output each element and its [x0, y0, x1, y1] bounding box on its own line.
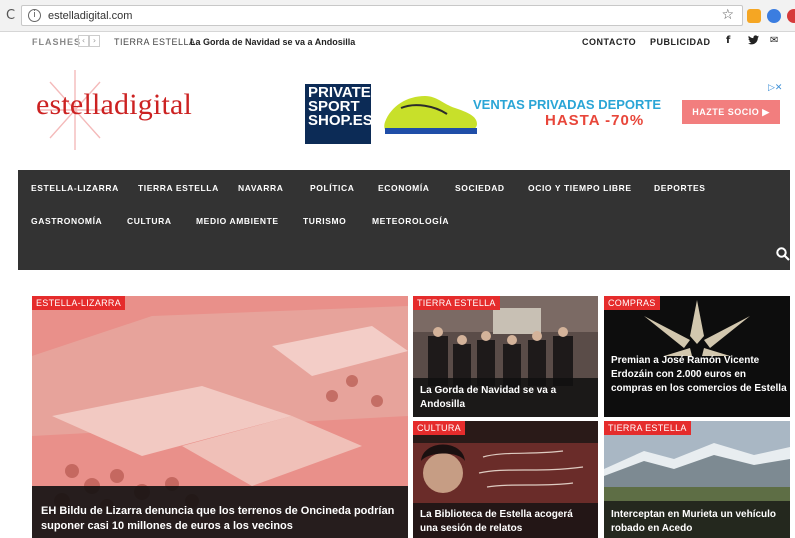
mail-icon[interactable]: ✉ — [770, 35, 778, 46]
nav-item-turismo[interactable]: TURISMO — [303, 216, 346, 226]
flashes-label: FLASHES — [32, 37, 82, 47]
nav-item-sociedad[interactable]: SOCIEDAD — [455, 183, 505, 193]
nav-item-deportes[interactable]: DEPORTES — [654, 183, 706, 193]
twitter-icon[interactable] — [748, 35, 759, 48]
ad-banner[interactable]: PRIVATE SPORT SHOP.ES VENTAS PRIVADAS DE… — [305, 82, 790, 145]
nav-item-estella-lizarra[interactable]: ESTELLA-LIZARRA — [31, 183, 119, 193]
nav-item-meteorologia[interactable]: METEOROLOGÍA — [372, 216, 449, 226]
extension-icon[interactable] — [747, 9, 761, 23]
article-title[interactable]: La Gorda de Navidad se va a Andosilla — [420, 384, 592, 412]
nav-item-economia[interactable]: ECONOMÍA — [378, 183, 430, 193]
nav-item-cultura[interactable]: CULTURA — [127, 216, 172, 226]
flash-category[interactable]: TIERRA ESTELLA — [114, 37, 196, 47]
reload-icon[interactable]: C — [6, 8, 15, 23]
article-card[interactable]: TIERRA ESTELLA Interceptan en Murieta un… — [604, 421, 790, 538]
category-badge[interactable]: TIERRA ESTELLA — [604, 421, 691, 435]
article-card[interactable]: CULTURA La Biblioteca de Estella acogerá… — [413, 421, 598, 538]
flash-next-button[interactable]: › — [89, 35, 100, 47]
ad-brand-logo: PRIVATE SPORT SHOP.ES — [305, 84, 373, 144]
shoe-image — [384, 96, 477, 134]
category-badge[interactable]: TIERRA ESTELLA — [413, 296, 500, 310]
article-title[interactable]: Premian a José Ramón Vicente Erdozáin co… — [611, 354, 787, 395]
article-title[interactable]: La Biblioteca de Estella acogerá una ses… — [420, 508, 592, 536]
article-title[interactable]: Interceptan en Murieta un vehículo robad… — [611, 508, 787, 536]
contacto-link[interactable]: CONTACTO — [582, 37, 636, 47]
article-card[interactable]: COMPRAS Premian a José Ramón Vicente Erd… — [604, 296, 790, 417]
category-badge[interactable]: COMPRAS — [604, 296, 660, 310]
top-bar: FLASHES ‹ › TIERRA ESTELLA La Gorda de N… — [18, 32, 795, 52]
hazte-socio-button[interactable]: HAZTE SOCIO ▶ — [682, 100, 780, 124]
nav-item-navarra[interactable]: NAVARRA — [238, 183, 283, 193]
search-icon[interactable] — [776, 247, 790, 261]
nav-item-medio-ambiente[interactable]: MEDIO AMBIENTE — [196, 216, 279, 226]
facebook-icon[interactable]: f — [726, 35, 730, 46]
main-nav: ESTELLA-LIZARRA TIERRA ESTELLA NAVARRA P… — [18, 170, 790, 270]
browser-toolbar: C i estelladigital.com ☆ — [0, 0, 795, 32]
info-icon[interactable]: i — [28, 9, 41, 22]
flash-headline-link[interactable]: La Gorda de Navidad se va a Andosilla — [190, 37, 355, 47]
category-badge[interactable]: ESTELLA-LIZARRA — [32, 296, 126, 310]
ad-price: HASTA -70% — [545, 112, 645, 129]
adchoices-close-icon[interactable]: ▷✕ — [768, 83, 782, 93]
featured-article[interactable]: ESTELLA-LIZARRA EH Bildu de Lizarra denu… — [32, 296, 408, 538]
url-text: estelladigital.com — [48, 10, 133, 22]
address-bar[interactable]: i estelladigital.com ☆ — [21, 5, 743, 26]
extension-icon[interactable] — [767, 9, 781, 23]
publicidad-link[interactable]: PUBLICIDAD — [650, 37, 711, 47]
ad-title: VENTAS PRIVADAS DEPORTE — [473, 97, 662, 112]
article-card[interactable]: TIERRA ESTELLA La Gorda de Navidad se va… — [413, 296, 598, 417]
category-badge[interactable]: CULTURA — [413, 421, 465, 435]
nav-item-politica[interactable]: POLÍTICA — [310, 183, 354, 193]
site-logo[interactable]: estelladigital — [36, 88, 192, 122]
article-title[interactable]: EH Bildu de Lizarra denuncia que los ter… — [41, 504, 401, 534]
nav-item-tierra-estella[interactable]: TIERRA ESTELLA — [138, 183, 219, 193]
nav-item-ocio[interactable]: OCIO Y TIEMPO LIBRE — [528, 183, 632, 193]
bookmark-star-icon[interactable]: ☆ — [721, 7, 734, 23]
nav-item-gastronomia[interactable]: GASTRONOMÍA — [31, 216, 102, 226]
extension-icon[interactable] — [787, 9, 795, 23]
flash-prev-button[interactable]: ‹ — [78, 35, 89, 47]
article-image — [32, 296, 408, 538]
